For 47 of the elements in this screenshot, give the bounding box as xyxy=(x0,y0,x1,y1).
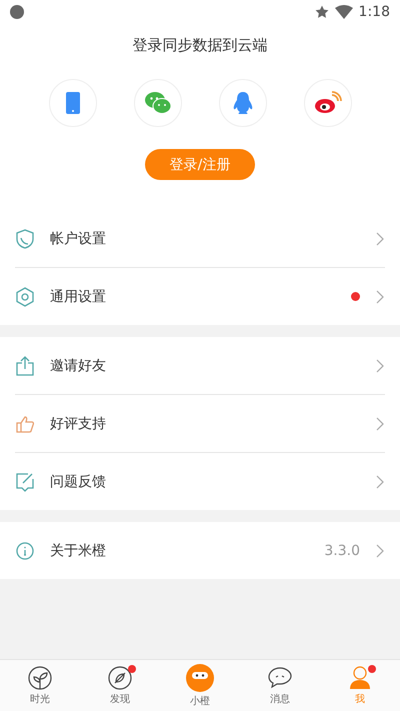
share-icon xyxy=(16,356,34,376)
tab[interactable]: 小橙 xyxy=(160,660,240,711)
version-text: 3.3.0 xyxy=(324,542,360,558)
eye-logo-icon xyxy=(314,91,342,115)
mascot-icon xyxy=(186,664,214,692)
star-icon xyxy=(314,5,329,19)
tab[interactable]: 时光 xyxy=(0,660,80,711)
chat-icon xyxy=(268,666,292,690)
chevron-right-icon xyxy=(376,416,384,430)
leaf-icon xyxy=(28,666,52,690)
chevron-right-icon xyxy=(376,290,384,304)
chevron-right-icon xyxy=(376,358,384,372)
info-icon xyxy=(16,542,34,560)
tab[interactable]: 消息 xyxy=(240,660,320,711)
compass-icon xyxy=(108,666,132,690)
hexagon-icon xyxy=(16,286,34,306)
menu-item[interactable]: 关于米橙 3.3.0 xyxy=(0,522,400,579)
thumbs-up-icon xyxy=(16,414,34,432)
menu-item-label: 通用设置 xyxy=(50,288,107,306)
chevron-right-icon xyxy=(376,544,384,558)
chevron-right-icon xyxy=(376,474,384,488)
status-time: 1:18 xyxy=(358,4,390,20)
login-option-button[interactable] xyxy=(48,79,96,127)
menu-item[interactable]: 好评支持 xyxy=(0,395,400,452)
wifi-icon xyxy=(334,5,353,19)
shield-icon xyxy=(16,228,34,248)
chat-bubbles-icon xyxy=(144,92,170,114)
login-option-button[interactable] xyxy=(134,79,182,127)
login-option-button[interactable] xyxy=(218,79,266,127)
menu-item[interactable]: 帐户设置 xyxy=(0,210,400,267)
phone-icon xyxy=(66,92,80,114)
menu-item-label: 好评支持 xyxy=(50,414,107,432)
menu-item-label: 关于米橙 xyxy=(50,542,107,560)
feedback-icon xyxy=(16,472,34,492)
login-option-button[interactable] xyxy=(304,79,352,127)
menu-item-label: 邀请好友 xyxy=(50,356,107,374)
menu-item-label: 问题反馈 xyxy=(50,472,107,490)
menu-item[interactable]: 通用设置 xyxy=(0,268,400,325)
menu-item-label: 帐户设置 xyxy=(50,230,107,248)
tab[interactable]: 发现 xyxy=(80,660,160,711)
login-prompt: 登录同步数据到云端 xyxy=(132,36,268,55)
penguin-icon xyxy=(232,91,254,115)
chevron-right-icon xyxy=(376,232,384,246)
person-icon xyxy=(348,666,372,690)
status-dot-icon xyxy=(10,5,24,19)
menu-item[interactable]: 问题反馈 xyxy=(0,453,400,510)
menu-item[interactable]: 邀请好友 xyxy=(0,337,400,394)
